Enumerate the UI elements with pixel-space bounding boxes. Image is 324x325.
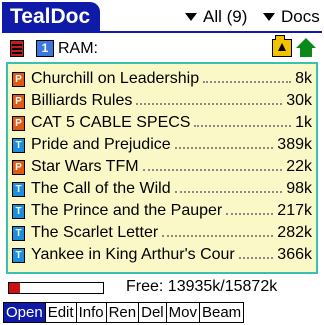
document-title: The Call of the Wild	[31, 180, 171, 197]
dotted-leader	[136, 103, 283, 105]
document-row[interactable]: P CAT 5 CABLE SPECS 1k	[8, 112, 316, 134]
database-icon[interactable]	[10, 40, 24, 57]
free-memory-text: Free: 13935k/15872k	[126, 278, 278, 295]
document-title: Billiards Rules	[31, 92, 133, 109]
document-size: 1k	[295, 114, 312, 131]
up-folder-icon[interactable]	[272, 35, 292, 57]
info-button[interactable]: Info	[75, 302, 106, 323]
ren-button[interactable]: Ren	[105, 302, 139, 323]
document-size: 98k	[286, 180, 312, 197]
document-row[interactable]: P Billiards Rules 30k	[8, 90, 316, 112]
view-type-label: Docs	[281, 7, 320, 26]
document-row[interactable]: T The Call of the Wild 98k	[8, 178, 316, 200]
document-size: 389k	[277, 136, 312, 153]
text-doc-icon: T	[12, 247, 25, 263]
text-doc-icon: T	[12, 181, 25, 197]
document-size: 217k	[277, 202, 312, 219]
pdb-doc-icon: P	[12, 115, 25, 131]
document-size: 282k	[277, 224, 312, 241]
edit-button[interactable]: Edit	[44, 302, 76, 323]
dropdown-arrow-icon	[185, 13, 197, 21]
pdb-doc-icon: P	[12, 71, 25, 87]
dotted-leader	[162, 235, 274, 237]
open-button[interactable]: Open	[3, 302, 45, 323]
document-title: Yankee in King Arthur's Cour	[31, 246, 235, 263]
document-title: Star Wars TFM	[31, 158, 139, 175]
command-button-bar: Open Edit Info Ren Del Mov Beam	[3, 302, 245, 323]
document-size: 8k	[295, 70, 312, 87]
document-row[interactable]: T Pride and Prejudice 389k	[8, 134, 316, 156]
memory-usage-fill	[9, 283, 21, 293]
document-row[interactable]: T The Scarlet Letter 282k	[8, 222, 316, 244]
header-divider	[2, 31, 322, 33]
dotted-leader	[238, 257, 274, 259]
document-row[interactable]: T Yankee in King Arthur's Cour 366k	[8, 244, 316, 266]
mov-button[interactable]: Mov	[165, 302, 199, 323]
text-doc-icon: T	[12, 137, 25, 153]
category-filter-dropdown[interactable]: All (9)	[185, 6, 247, 28]
pdb-doc-icon: P	[12, 93, 25, 109]
document-row[interactable]: P Churchill on Leadership 8k	[8, 68, 316, 90]
memory-usage-bar	[8, 282, 104, 294]
dotted-leader	[174, 191, 283, 193]
dotted-leader	[203, 81, 292, 83]
dropdown-arrow-icon	[263, 13, 275, 21]
view-type-dropdown[interactable]: Docs	[263, 6, 320, 28]
pdb-doc-icon: P	[12, 159, 25, 175]
document-size: 22k	[286, 158, 312, 175]
text-doc-icon: T	[12, 225, 25, 241]
text-doc-icon: T	[12, 203, 25, 219]
del-button[interactable]: Del	[138, 302, 166, 323]
document-title: The Scarlet Letter	[31, 224, 159, 241]
location-label: RAM:	[58, 40, 98, 57]
document-title: The Prince and the Pauper	[31, 202, 223, 219]
document-title: Churchill on Leadership	[31, 70, 200, 87]
document-size: 30k	[286, 92, 312, 109]
category-filter-label: All (9)	[203, 7, 248, 26]
beam-button[interactable]: Beam	[198, 302, 245, 323]
document-list[interactable]: P Churchill on Leadership 8k P Billiards Rul…	[6, 62, 318, 274]
home-icon[interactable]	[296, 38, 316, 58]
document-row[interactable]: P Star Wars TFM 22k	[8, 156, 316, 178]
dotted-leader	[174, 147, 274, 149]
document-title: CAT 5 CABLE SPECS	[31, 114, 191, 131]
document-size: 366k	[277, 246, 312, 263]
memory-card-icon[interactable]: 1	[36, 40, 54, 57]
dotted-leader	[194, 125, 292, 127]
dotted-leader	[142, 169, 283, 171]
document-row[interactable]: T The Prince and the Pauper 217k	[8, 200, 316, 222]
dotted-leader	[226, 213, 274, 215]
document-title: Pride and Prejudice	[31, 136, 171, 153]
location-bar: 1 RAM:	[6, 35, 318, 60]
app-title[interactable]: TealDoc	[2, 2, 101, 32]
